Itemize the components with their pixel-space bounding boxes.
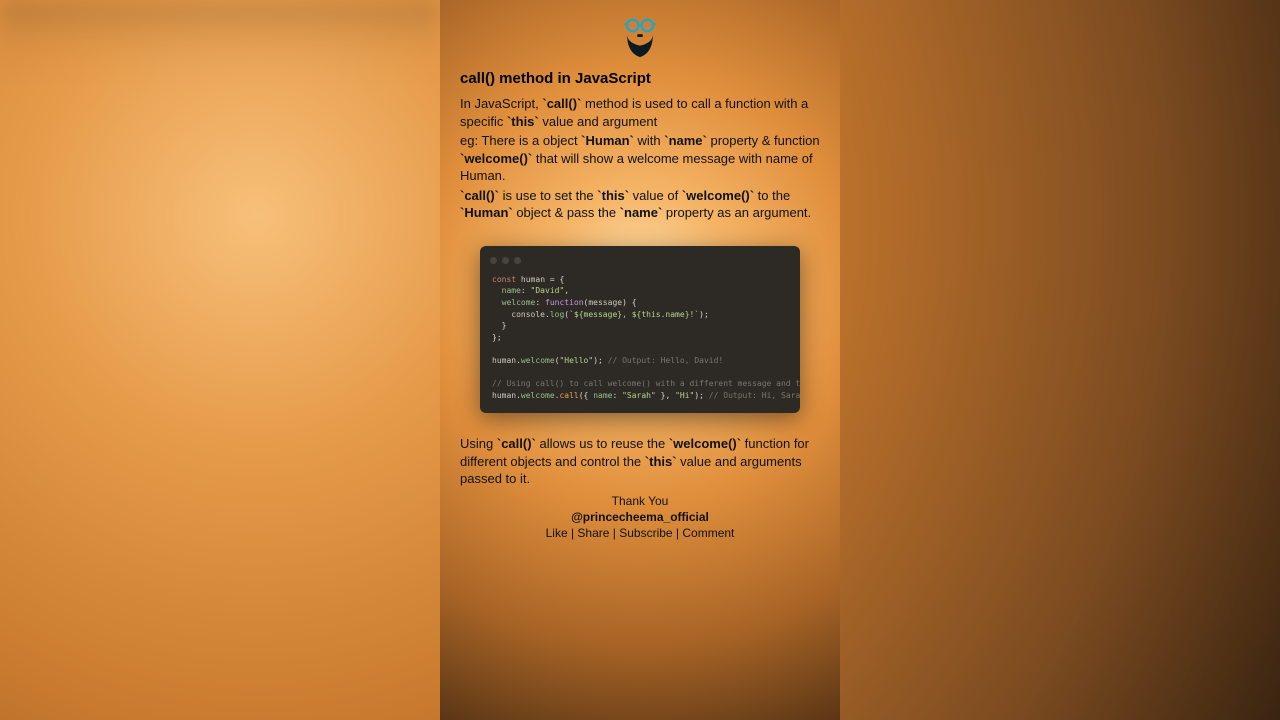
traffic-light-icon bbox=[490, 257, 497, 264]
example-lead: eg: There is a object `Human` with `name… bbox=[460, 132, 820, 185]
background-left: a welcome message with name of Human. `c… bbox=[0, 0, 440, 720]
window-controls bbox=[480, 254, 800, 268]
conclusion-paragraph: Using `call()` allows us to reuse the `w… bbox=[460, 435, 820, 488]
thank-you: Thank You bbox=[460, 494, 820, 508]
traffic-light-icon bbox=[514, 257, 521, 264]
intro-paragraph: In JavaScript, `call()` method is used t… bbox=[460, 95, 820, 130]
author-logo bbox=[617, 14, 663, 60]
code-block: const human = { name: "David", welcome: … bbox=[480, 268, 800, 402]
traffic-light-icon bbox=[502, 257, 509, 264]
cta-line: Like | Share | Subscribe | Comment bbox=[460, 526, 820, 540]
author-handle: @princecheema_official bbox=[460, 510, 820, 524]
footer: Thank You @princecheema_official Like | … bbox=[460, 494, 820, 540]
main-card: call() method in JavaScript In JavaScrip… bbox=[440, 0, 840, 720]
example-detail: `call()` is use to set the `this` value … bbox=[460, 187, 820, 222]
code-snippet: const human = { name: "David", welcome: … bbox=[480, 246, 800, 414]
background-right: a welcome message with name of Human. `c… bbox=[840, 0, 1280, 720]
article-title: call() method in JavaScript bbox=[460, 70, 820, 87]
